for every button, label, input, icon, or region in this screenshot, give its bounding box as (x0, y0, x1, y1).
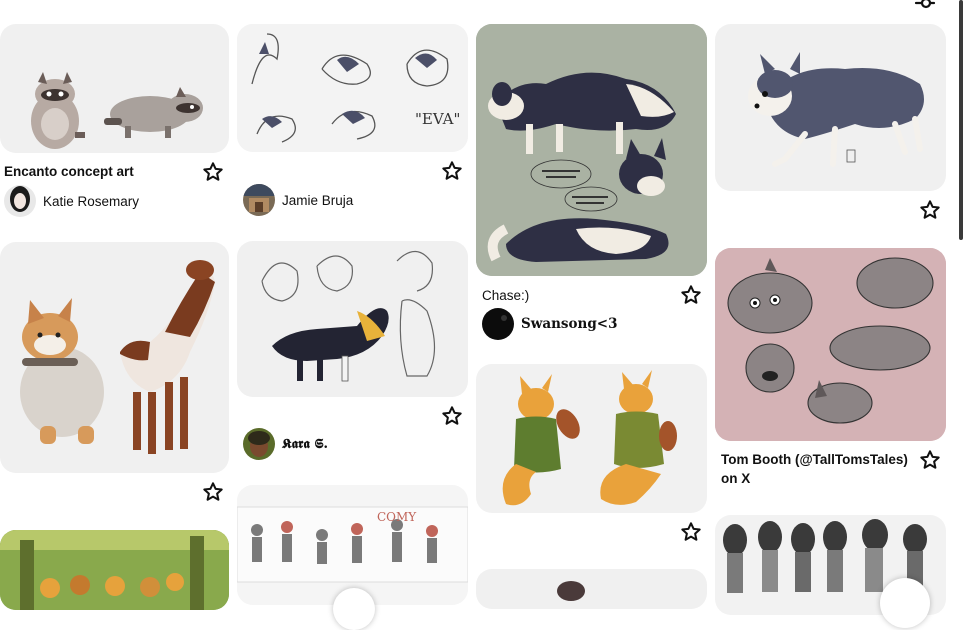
pin-image-encanto[interactable] (0, 24, 229, 153)
pin-author[interactable]: Katie Rosemary (4, 185, 139, 217)
star-icon[interactable] (919, 449, 941, 471)
pin-image-collie-sketch[interactable] (237, 241, 468, 397)
star-icon[interactable] (441, 160, 463, 182)
pin-title[interactable]: Tom Booth (@TallTomsTales) on X (721, 450, 911, 488)
pin-image-fox-violin[interactable] (476, 364, 707, 513)
pin-image-bottom-pin[interactable] (476, 569, 707, 609)
avatar (482, 308, 514, 340)
pin-title[interactable]: Encanto concept art (4, 162, 134, 181)
svg-text:"EVA": "EVA" (415, 110, 460, 128)
author-name: Swansong<3 (521, 316, 618, 332)
help-button[interactable] (880, 578, 930, 628)
star-icon[interactable] (919, 199, 941, 221)
star-icon[interactable] (441, 405, 463, 427)
pin-image-forest-kids[interactable] (0, 530, 229, 610)
star-icon[interactable] (680, 521, 702, 543)
scrollbar[interactable] (959, 0, 963, 240)
avatar (243, 428, 275, 460)
pin-author[interactable]: Swansong<3 (482, 308, 618, 340)
svg-text:COMY: COMY (377, 510, 417, 524)
pin-image-character-sheet[interactable]: COMY (237, 485, 468, 605)
author-name: Jamie Bruja (282, 192, 354, 208)
filter-icon[interactable] (914, 0, 936, 11)
pin-image-corgi-hound[interactable] (0, 242, 229, 473)
pin-image-tom-booth-dogs[interactable] (715, 248, 946, 441)
star-icon[interactable] (202, 161, 224, 183)
star-icon[interactable] (680, 284, 702, 306)
pin-author[interactable]: 𝕶𝖆𝖗𝖆 𝕾. (243, 428, 328, 460)
author-name: Katie Rosemary (43, 193, 140, 209)
pin-author[interactable]: Jamie Bruja (243, 184, 353, 216)
author-name: 𝕶𝖆𝖗𝖆 𝕾. (282, 436, 329, 452)
avatar (243, 184, 275, 216)
star-icon[interactable] (202, 481, 224, 503)
scroll-button[interactable] (333, 588, 375, 630)
pin-image-bluedog[interactable] (715, 24, 946, 191)
pin-image-chase[interactable] (476, 24, 707, 276)
pin-image-eva[interactable]: "EVA" (237, 24, 468, 152)
pin-title[interactable]: Chase:) (482, 286, 529, 305)
avatar (4, 185, 36, 217)
